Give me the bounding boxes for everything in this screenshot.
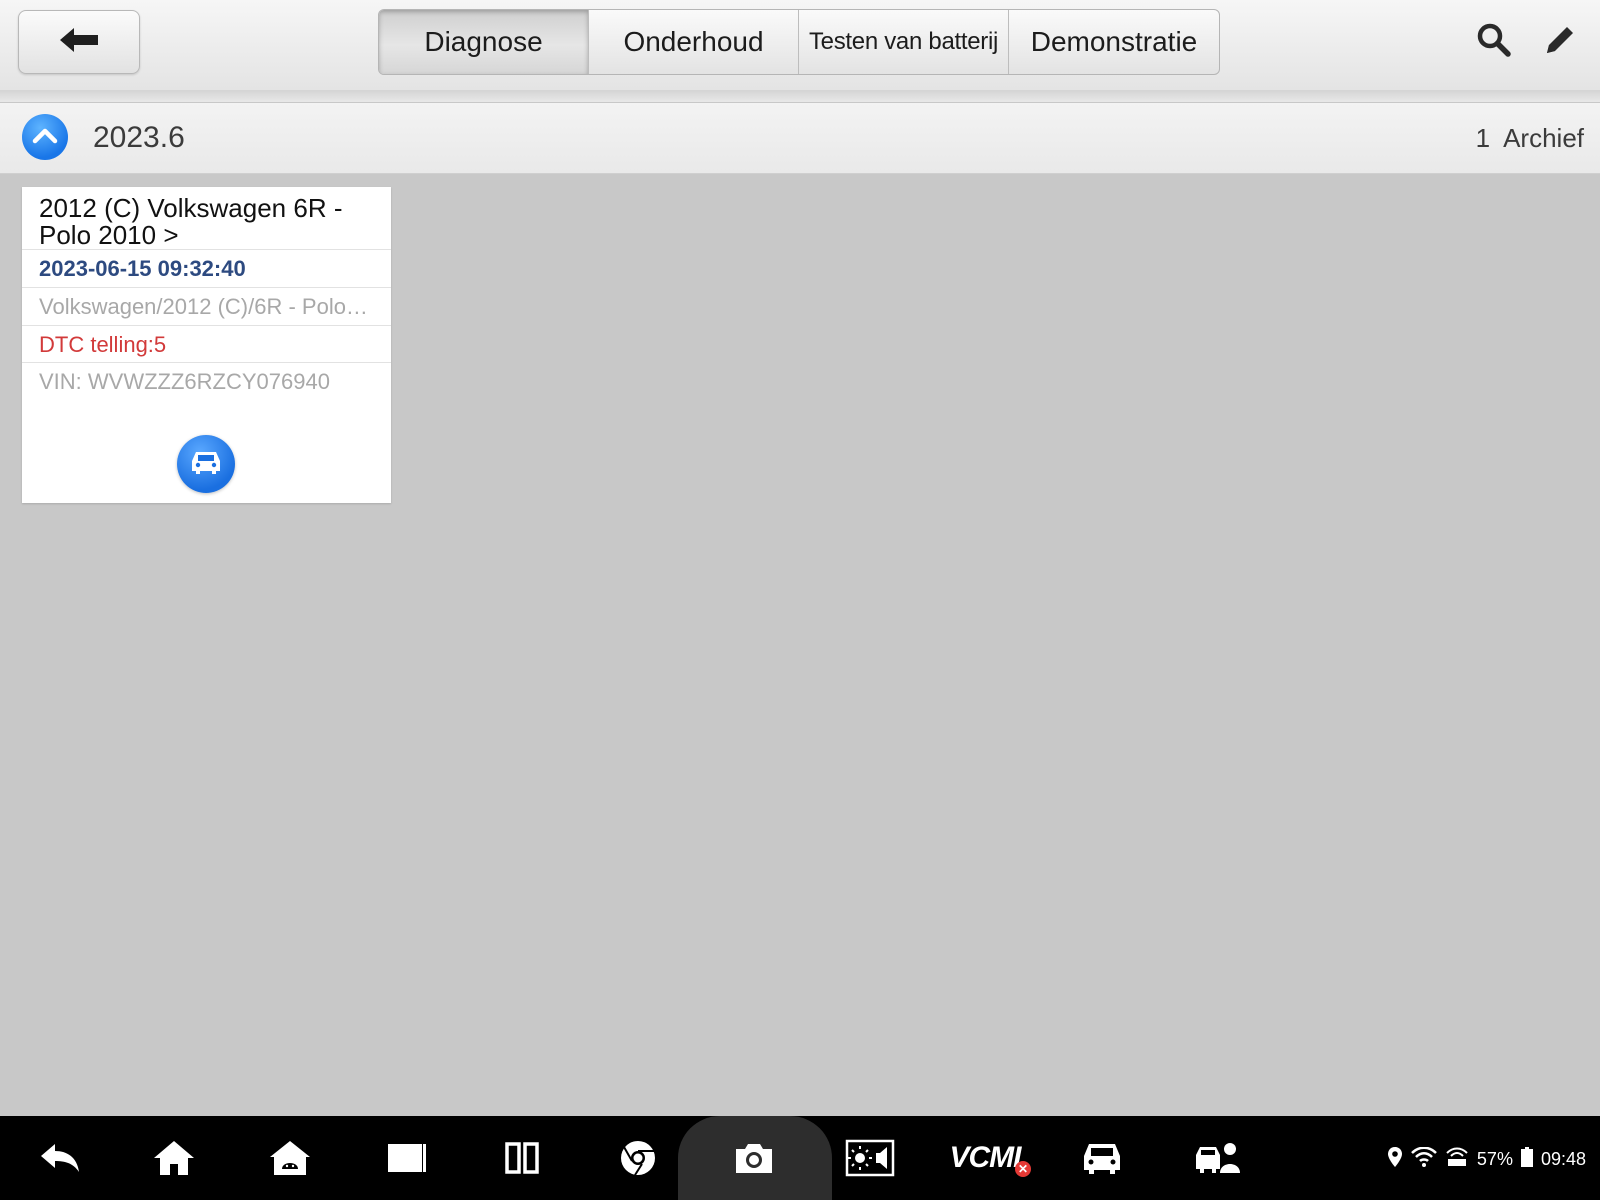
vcm-disconnected-badge: ✕ (1014, 1161, 1031, 1177)
back-button[interactable] (18, 10, 140, 74)
status-area: 57% 09:48 (1387, 1144, 1586, 1174)
chrome-icon[interactable] (610, 1134, 666, 1182)
tab-demonstratie[interactable]: Demonstratie (1009, 10, 1219, 74)
archive-count: 1 Archief (1476, 123, 1584, 154)
clock-time: 09:48 (1540, 1148, 1586, 1169)
location-icon (1387, 1146, 1403, 1173)
open-vehicle-button[interactable] (177, 435, 235, 493)
system-navigation-bar: VCMI ✕ 57% 09:48 (0, 1116, 1600, 1200)
tab-onderhoud[interactable]: Onderhoud (589, 10, 799, 74)
technician-car-icon[interactable] (1190, 1134, 1246, 1182)
android-home-icon[interactable] (262, 1134, 318, 1182)
home-icon[interactable] (146, 1134, 202, 1182)
record-date: 2023-06-15 09:32:40 (22, 249, 391, 286)
dtc-count: DTC telling:5 (22, 325, 391, 362)
chevron-up-icon (32, 126, 58, 149)
search-icon[interactable] (1472, 18, 1516, 62)
archive-count-label: Archief (1503, 123, 1584, 153)
toolbar-divider (0, 90, 1600, 102)
vin-number: VIN: WVWZZZ6RZCY076940 (22, 362, 391, 399)
archive-count-number: 1 (1475, 123, 1491, 153)
top-toolbar: Diagnose Onderhoud Testen van batterij D… (0, 0, 1600, 91)
battery-percentage: 57% (1476, 1148, 1513, 1169)
vehicle-path: Volkswagen/2012 (C)/6R - Polo… (22, 287, 391, 324)
battery-icon (1520, 1146, 1533, 1172)
car-icon (188, 447, 224, 482)
mode-tabs: Diagnose Onderhoud Testen van batterij D… (378, 9, 1220, 75)
month-group-header: 2023.6 1 Archief (0, 103, 1600, 174)
vcm-label: VCMI ✕ (949, 1141, 1031, 1177)
wifi-icon (1411, 1146, 1437, 1172)
back-arrow-icon (54, 23, 104, 62)
edit-pencil-icon[interactable] (1538, 18, 1582, 62)
brightness-volume-icon[interactable] (842, 1134, 898, 1182)
collapse-button[interactable] (22, 114, 68, 160)
car-icon[interactable] (1074, 1134, 1130, 1182)
vehicle-title: 2012 (C) Volkswagen 6R - Polo 2010 > (39, 193, 343, 250)
window-icon[interactable] (378, 1134, 434, 1182)
tab-diagnose[interactable]: Diagnose (379, 10, 589, 74)
vcm-text: VCMI (949, 1141, 1022, 1174)
group-title: 2023.6 (93, 121, 185, 154)
split-screen-icon[interactable] (494, 1134, 550, 1182)
camera-icon[interactable] (726, 1134, 782, 1182)
vcm-icon[interactable]: VCMI ✕ (949, 1134, 1031, 1182)
history-record-card[interactable]: 2012 (C) Volkswagen 6R - Polo 2010 > 202… (22, 187, 391, 503)
tab-testen-van-batterij[interactable]: Testen van batterij (799, 10, 1009, 74)
vci-wifi-icon (1445, 1146, 1469, 1173)
back-icon[interactable] (32, 1134, 88, 1182)
